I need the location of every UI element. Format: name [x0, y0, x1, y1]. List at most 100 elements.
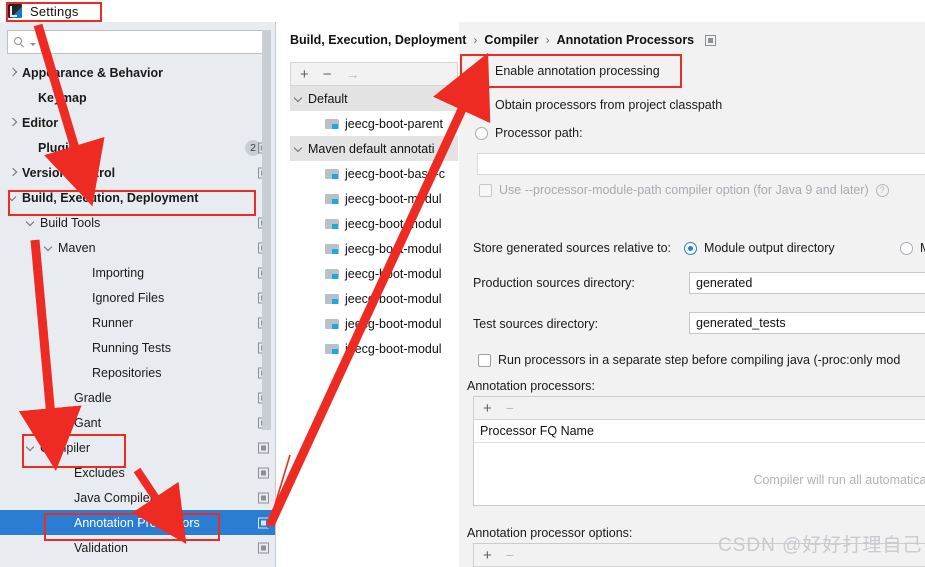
- sidebar-item-runner[interactable]: Runner: [0, 310, 275, 335]
- sidebar-item-maven[interactable]: Maven: [0, 235, 275, 260]
- sidebar-item-editor[interactable]: Editor: [0, 110, 275, 135]
- chevron-right-icon[interactable]: [8, 67, 19, 78]
- add-processor-button[interactable]: +: [483, 401, 492, 416]
- chevron-down-icon[interactable]: [8, 192, 19, 203]
- store-generated-sources-row: Store generated sources relative to: Mod…: [473, 241, 835, 255]
- module-settings-icon[interactable]: [258, 517, 269, 528]
- sidebar-scrollbar[interactable]: [262, 30, 271, 430]
- sidebar-item-annotation-processors[interactable]: Annotation Processors: [0, 510, 275, 535]
- obtain-from-classpath-row[interactable]: Obtain processors from project classpath: [475, 98, 722, 112]
- search-container: [0, 22, 275, 60]
- move-profile-button[interactable]: →: [346, 67, 360, 81]
- sidebar-item-version-control[interactable]: Version Control: [0, 160, 275, 185]
- settings-sidebar: Appearance & Behavior Keymap Editor Plugins…: [0, 22, 276, 567]
- annotation-processors-pane: Enable annotation processing Obtain proc…: [459, 22, 925, 567]
- module-content-root-row[interactable]: M: [900, 241, 925, 255]
- sidebar-item-gant[interactable]: Gant: [0, 410, 275, 435]
- annotation-processors-body[interactable]: Compiler will run all automaticall: [474, 443, 925, 505]
- processor-path-radio[interactable]: [475, 126, 488, 140]
- search-input[interactable]: [40, 34, 261, 50]
- sidebar-item-label: Repositories: [92, 365, 162, 380]
- profile-row-label: jeecg-boot-modul: [345, 266, 442, 281]
- module-settings-icon[interactable]: [258, 467, 269, 478]
- sidebar-item-java-compiler[interactable]: Java Compiler: [0, 485, 275, 510]
- enable-annotation-processing-row[interactable]: Enable annotation processing: [475, 64, 660, 78]
- sidebar-item-label: Annotation Processors: [74, 515, 200, 530]
- module-content-root-radio[interactable]: [900, 241, 913, 255]
- module-settings-icon[interactable]: [258, 542, 269, 553]
- chevron-down-icon[interactable]: [294, 93, 305, 104]
- remove-processor-button[interactable]: −: [506, 401, 514, 415]
- remove-option-button[interactable]: −: [506, 548, 514, 562]
- profile-module-row[interactable]: jeecg-boot-base-c: [290, 161, 458, 186]
- sidebar-item-build-tools[interactable]: Build Tools: [0, 210, 275, 235]
- chevron-down-icon[interactable]: [30, 42, 36, 46]
- chevron-down-icon[interactable]: [44, 242, 55, 253]
- module-settings-icon[interactable]: [258, 492, 269, 503]
- profile-module-row[interactable]: jeecg-boot-modul: [290, 211, 458, 236]
- chevron-down-icon[interactable]: [26, 442, 37, 453]
- chevron-right-icon[interactable]: [8, 117, 19, 128]
- profile-module-row[interactable]: jeecg-boot-modul: [290, 186, 458, 211]
- add-profile-button[interactable]: +: [300, 67, 309, 82]
- run-separate-step-checkbox[interactable]: [478, 353, 491, 367]
- module-folder-icon: [325, 243, 340, 255]
- chevron-down-icon[interactable]: [294, 143, 305, 154]
- profile-group-row[interactable]: Maven default annotati: [290, 136, 458, 161]
- profile-module-row[interactable]: jeecg-boot-modul: [290, 336, 458, 361]
- sidebar-item-compiler[interactable]: Compiler: [0, 435, 275, 460]
- profile-module-row[interactable]: jeecg-boot-modul: [290, 286, 458, 311]
- sidebar-item-excludes[interactable]: Excludes: [0, 460, 275, 485]
- sidebar-item-running-tests[interactable]: Running Tests: [0, 335, 275, 360]
- sidebar-item-plugins[interactable]: Plugins 2: [0, 135, 275, 160]
- module-settings-icon[interactable]: [258, 442, 269, 453]
- run-separate-step-row[interactable]: Run processors in a separate step before…: [478, 353, 900, 367]
- profile-module-row[interactable]: jeecg-boot-modul: [290, 261, 458, 286]
- help-icon[interactable]: ?: [875, 183, 889, 197]
- sidebar-item-validation[interactable]: Validation: [0, 535, 275, 560]
- sidebar-item-label: Appearance & Behavior: [22, 65, 164, 80]
- enable-annotation-processing-checkbox[interactable]: [475, 64, 488, 78]
- breadcrumb-part-2[interactable]: Compiler: [484, 33, 538, 47]
- profile-module-row[interactable]: jeecg-boot-modul: [290, 311, 458, 336]
- profile-module-row[interactable]: jeecg-boot-parent: [290, 111, 458, 136]
- sidebar-item-label: Editor: [22, 115, 59, 130]
- sidebar-item-ignored-files[interactable]: Ignored Files: [0, 285, 275, 310]
- processor-fq-name-header[interactable]: Processor FQ Name: [474, 420, 925, 443]
- module-output-directory-radio[interactable]: [684, 241, 698, 255]
- profile-group-row[interactable]: Default: [290, 86, 458, 111]
- sidebar-item-build-execution-deployment[interactable]: Build, Execution, Deployment: [0, 185, 275, 210]
- production-sources-input[interactable]: generated: [689, 272, 925, 294]
- processor-path-input[interactable]: [477, 153, 925, 175]
- use-processor-module-path-checkbox[interactable]: [479, 183, 492, 197]
- sidebar-item-keymap[interactable]: Keymap: [0, 85, 275, 110]
- use-processor-module-path-row[interactable]: Use --processor-module-path compiler opt…: [479, 183, 889, 197]
- search-box[interactable]: [7, 30, 268, 54]
- breadcrumb-part-1[interactable]: Build, Execution, Deployment: [290, 33, 466, 47]
- sidebar-item-importing[interactable]: Importing: [0, 260, 275, 285]
- processor-path-row[interactable]: Processor path:: [475, 126, 583, 140]
- obtain-from-classpath-radio[interactable]: [475, 98, 488, 112]
- sidebar-item-gradle[interactable]: Gradle: [0, 385, 275, 410]
- search-icon: [14, 36, 27, 49]
- sidebar-item-label: Java Compiler: [74, 490, 154, 505]
- profile-module-row[interactable]: jeecg-boot-modul: [290, 236, 458, 261]
- chevron-right-icon[interactable]: [8, 167, 19, 178]
- chevron-down-icon[interactable]: [26, 217, 37, 228]
- add-option-button[interactable]: +: [483, 548, 492, 563]
- test-sources-input[interactable]: generated_tests: [689, 312, 925, 334]
- profile-row-label: jeecg-boot-modul: [345, 341, 442, 356]
- profile-row-label: jeecg-boot-modul: [345, 241, 442, 256]
- annotation-processor-options-label: Annotation processor options:: [467, 526, 633, 540]
- module-settings-icon[interactable]: [705, 34, 717, 46]
- remove-profile-button[interactable]: −: [323, 67, 332, 82]
- sidebar-item-appearance-behavior[interactable]: Appearance & Behavior: [0, 60, 275, 85]
- breadcrumb-part-3[interactable]: Annotation Processors: [557, 33, 695, 47]
- sidebar-item-repositories[interactable]: Repositories: [0, 360, 275, 385]
